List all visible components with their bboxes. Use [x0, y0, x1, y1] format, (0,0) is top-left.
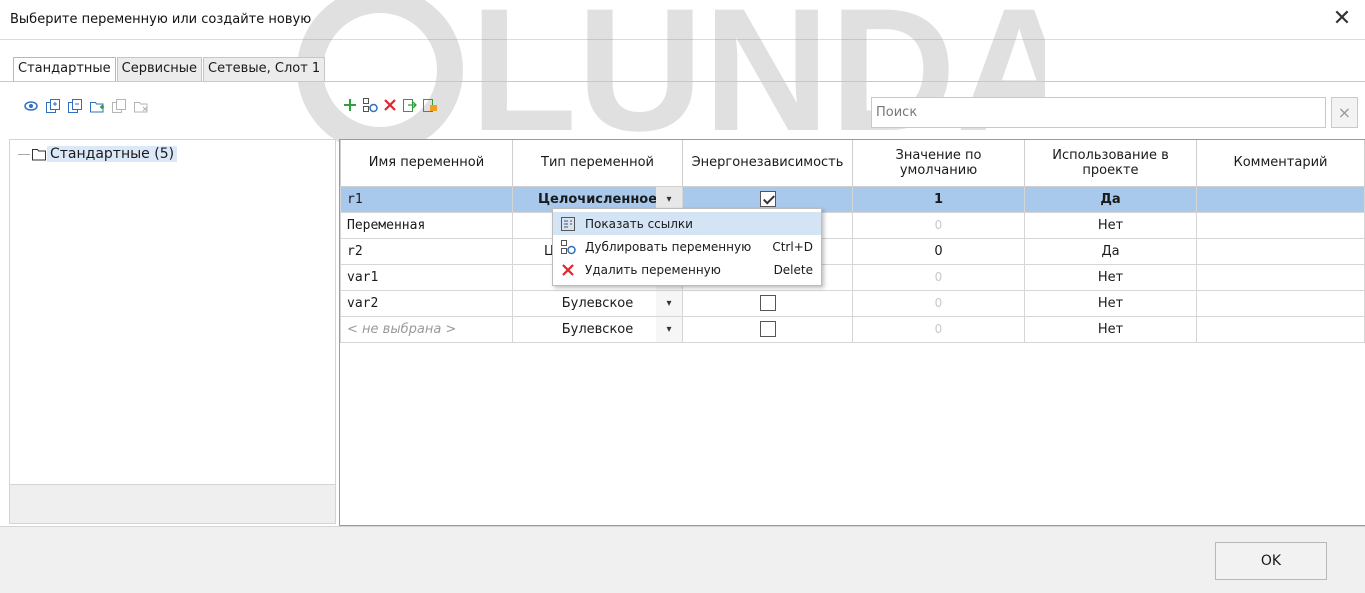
- tree-connector: [18, 153, 30, 155]
- default-value-cell[interactable]: 1: [852, 185, 1025, 213]
- copy-folder-icon[interactable]: [111, 98, 127, 114]
- table-row[interactable]: r2 Целочисленное▾ 0 Да: [340, 237, 1365, 265]
- tab-network-slot1[interactable]: Сетевые, Слот 1: [203, 57, 326, 81]
- menu-item-label: Удалить переменную: [585, 262, 721, 277]
- export-icon[interactable]: [402, 97, 418, 113]
- comment-cell[interactable]: [1196, 289, 1365, 317]
- search-clear-button[interactable]: ×: [1331, 97, 1358, 128]
- variable-type-value: Булевское: [561, 295, 634, 311]
- variable-name-cell[interactable]: r2: [340, 237, 513, 265]
- column-header-usage[interactable]: Использование в проекте: [1024, 140, 1197, 187]
- comment-cell[interactable]: [1196, 263, 1365, 291]
- add-variable-icon[interactable]: [342, 97, 358, 113]
- usage-cell: Нет: [1024, 211, 1197, 239]
- variable-toolbar: [342, 97, 438, 113]
- duplicate-variable-icon: [557, 239, 579, 255]
- comment-cell[interactable]: [1196, 315, 1365, 343]
- variable-name-cell[interactable]: < не выбрана >: [340, 315, 513, 343]
- add-folder-icon[interactable]: [89, 98, 105, 114]
- tree-footer: [9, 484, 336, 524]
- usage-cell: Да: [1024, 237, 1197, 265]
- table-row[interactable]: var1 Булевское▾ 0 Нет: [340, 263, 1365, 291]
- column-header-type[interactable]: Тип переменной: [512, 140, 683, 187]
- ok-button[interactable]: OK: [1215, 542, 1327, 580]
- tree-node-standard[interactable]: Стандартные (5): [18, 146, 178, 162]
- title-bar: Выберите переменную или создайте новую ✕: [0, 0, 1365, 40]
- menu-item-shortcut: Ctrl+D: [772, 239, 813, 254]
- comment-cell[interactable]: [1196, 185, 1365, 213]
- close-icon[interactable]: ✕: [1329, 6, 1355, 32]
- import-icon[interactable]: [422, 97, 438, 113]
- menu-item-show-links[interactable]: Показать ссылки: [553, 212, 821, 235]
- tab-content-border: [0, 81, 1365, 82]
- column-header-default[interactable]: Значение по умолчанию: [852, 140, 1025, 187]
- table-row[interactable]: var2 Булевское ▾ 0 Нет: [340, 289, 1365, 317]
- nonvolatile-checkbox[interactable]: [759, 295, 776, 311]
- comment-cell[interactable]: [1196, 211, 1365, 239]
- chevron-down-icon[interactable]: ▾: [656, 291, 682, 315]
- default-value-cell[interactable]: 0: [852, 315, 1025, 343]
- usage-cell: Нет: [1024, 289, 1197, 317]
- chevron-down-icon[interactable]: ▾: [656, 317, 682, 341]
- table-row[interactable]: r1 Целочисленное ▾ 1 Да: [340, 185, 1365, 213]
- table-row[interactable]: Переменная Булевское▾ 0 Нет: [340, 211, 1365, 239]
- dialog-footer: [0, 526, 1365, 593]
- default-value-cell[interactable]: 0: [852, 211, 1025, 239]
- variable-name-cell[interactable]: var1: [340, 263, 513, 291]
- folder-icon: [31, 146, 47, 162]
- expand-all-icon[interactable]: [45, 98, 61, 114]
- variable-type-value: Целочисленное: [537, 191, 658, 207]
- tree-panel: [9, 139, 336, 524]
- variable-type-cell[interactable]: Булевское ▾: [512, 315, 683, 343]
- search-input[interactable]: Поиск: [871, 97, 1326, 128]
- delete-folder-icon[interactable]: [133, 98, 149, 114]
- tree-node-label: Стандартные (5): [47, 146, 178, 162]
- variables-table: Имя переменной Тип переменной Энергонеза…: [340, 140, 1365, 343]
- menu-item-delete-variable[interactable]: Удалить переменную Delete: [553, 258, 821, 281]
- variable-name-cell[interactable]: r1: [340, 185, 513, 213]
- show-links-icon: [557, 216, 579, 232]
- nonvolatile-cell: [682, 315, 853, 343]
- delete-variable-icon[interactable]: [382, 97, 398, 113]
- context-menu: Показать ссылки Дублировать переменную C…: [552, 208, 822, 286]
- window-title: Выберите переменную или создайте новую: [10, 12, 312, 27]
- tab-standard[interactable]: Стандартные: [13, 57, 116, 82]
- tab-strip: Стандартные Сервисные Сетевые, Слот 1: [13, 57, 326, 82]
- column-header-comment[interactable]: Комментарий: [1196, 140, 1365, 187]
- default-value-cell[interactable]: 0: [852, 263, 1025, 291]
- menu-item-label: Дублировать переменную: [585, 239, 752, 254]
- menu-item-label: Показать ссылки: [585, 216, 693, 231]
- default-value-cell[interactable]: 0: [852, 237, 1025, 265]
- collapse-all-icon[interactable]: [67, 98, 83, 114]
- menu-item-shortcut: Delete: [773, 262, 813, 277]
- usage-cell: Да: [1024, 185, 1197, 213]
- column-header-name[interactable]: Имя переменной: [340, 140, 513, 187]
- variable-name-cell[interactable]: Переменная: [340, 211, 513, 239]
- usage-cell: Нет: [1024, 263, 1197, 291]
- variable-type-cell[interactable]: Булевское ▾: [512, 289, 683, 317]
- tree-toolbar: [23, 98, 149, 114]
- menu-item-duplicate-variable[interactable]: Дублировать переменную Ctrl+D: [553, 235, 821, 258]
- nonvolatile-cell: [682, 289, 853, 317]
- default-value-cell[interactable]: 0: [852, 289, 1025, 317]
- delete-icon: [557, 262, 579, 278]
- table-row[interactable]: < не выбрана > Булевское ▾ 0 Нет: [340, 315, 1365, 343]
- duplicate-variable-icon[interactable]: [362, 97, 378, 113]
- variable-name-cell[interactable]: var2: [340, 289, 513, 317]
- tab-service[interactable]: Сервисные: [116, 57, 203, 81]
- view-icon[interactable]: [23, 98, 39, 114]
- column-header-nonvolatile[interactable]: Энергонезависимость: [682, 140, 853, 187]
- usage-cell: Нет: [1024, 315, 1197, 343]
- variable-type-value: Булевское: [561, 321, 634, 337]
- nonvolatile-checkbox[interactable]: [759, 321, 776, 337]
- table-header-row: Имя переменной Тип переменной Энергонеза…: [340, 140, 1365, 187]
- nonvolatile-checkbox[interactable]: [759, 191, 776, 207]
- comment-cell[interactable]: [1196, 237, 1365, 265]
